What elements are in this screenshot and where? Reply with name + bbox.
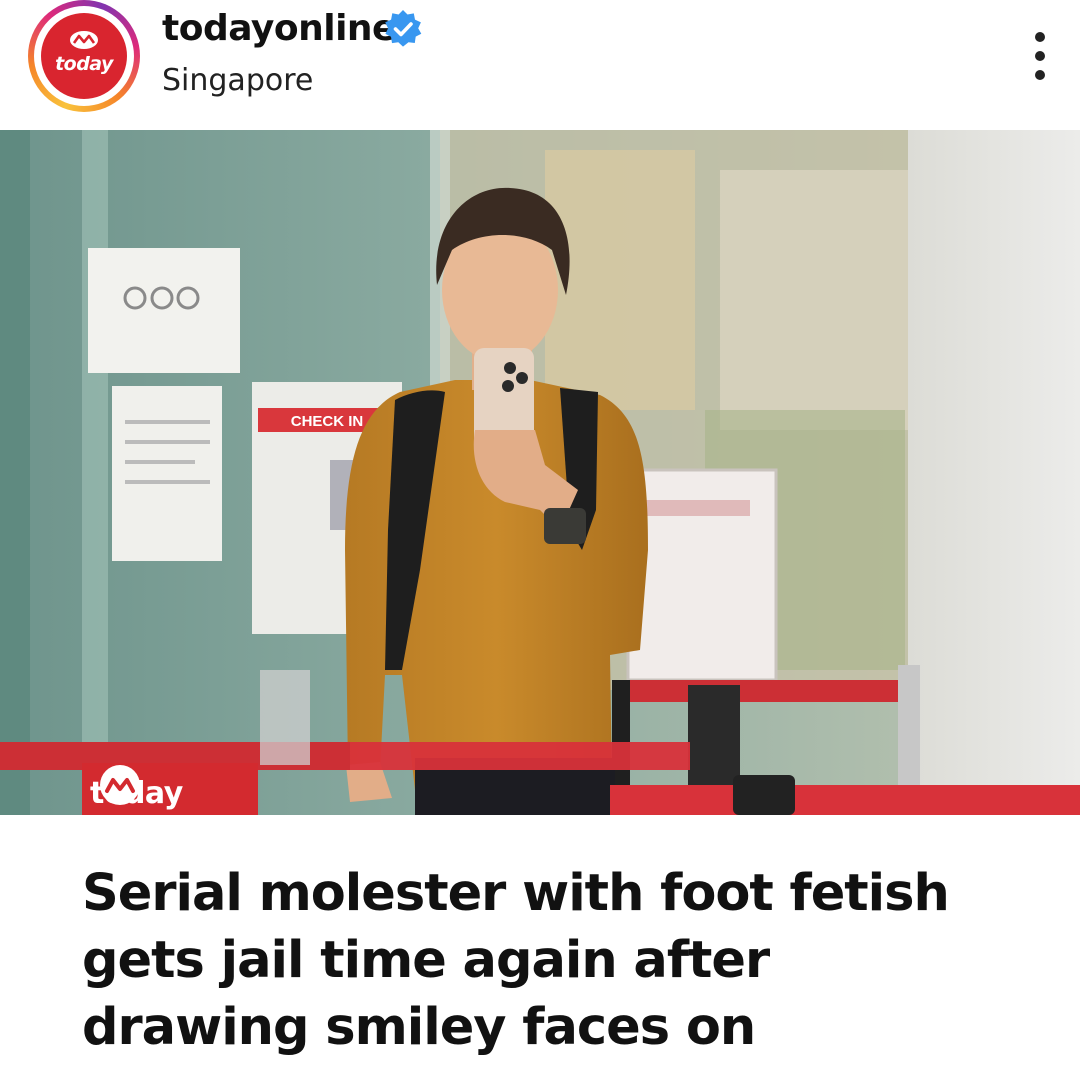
verified-badge-icon — [385, 10, 422, 47]
today-logo-icon: today — [41, 13, 127, 99]
headline-line: gets jail time again after — [82, 931, 770, 990]
account-username[interactable]: todayonline — [162, 8, 396, 49]
headline-line: drawing smiley faces on — [82, 998, 756, 1057]
post-headline: Serial molester with foot fetish gets ja… — [82, 860, 1042, 1061]
headline-line: Serial molester with foot fetish — [82, 864, 950, 923]
post-photo: CHECK IN — [0, 130, 1080, 815]
today-logo-icon — [100, 765, 140, 805]
post-header: today todayonline Singapore — [0, 0, 1080, 130]
avatar-logo-text: today — [55, 53, 113, 75]
photo-sign-text: CHECK IN — [291, 413, 364, 430]
profile-avatar[interactable]: today — [28, 0, 140, 112]
post-image[interactable]: CHECK IN — [0, 130, 1080, 815]
more-options-icon[interactable] — [1024, 28, 1056, 84]
today-watermark-badge: today — [82, 763, 258, 815]
post-location[interactable]: Singapore — [162, 63, 313, 98]
